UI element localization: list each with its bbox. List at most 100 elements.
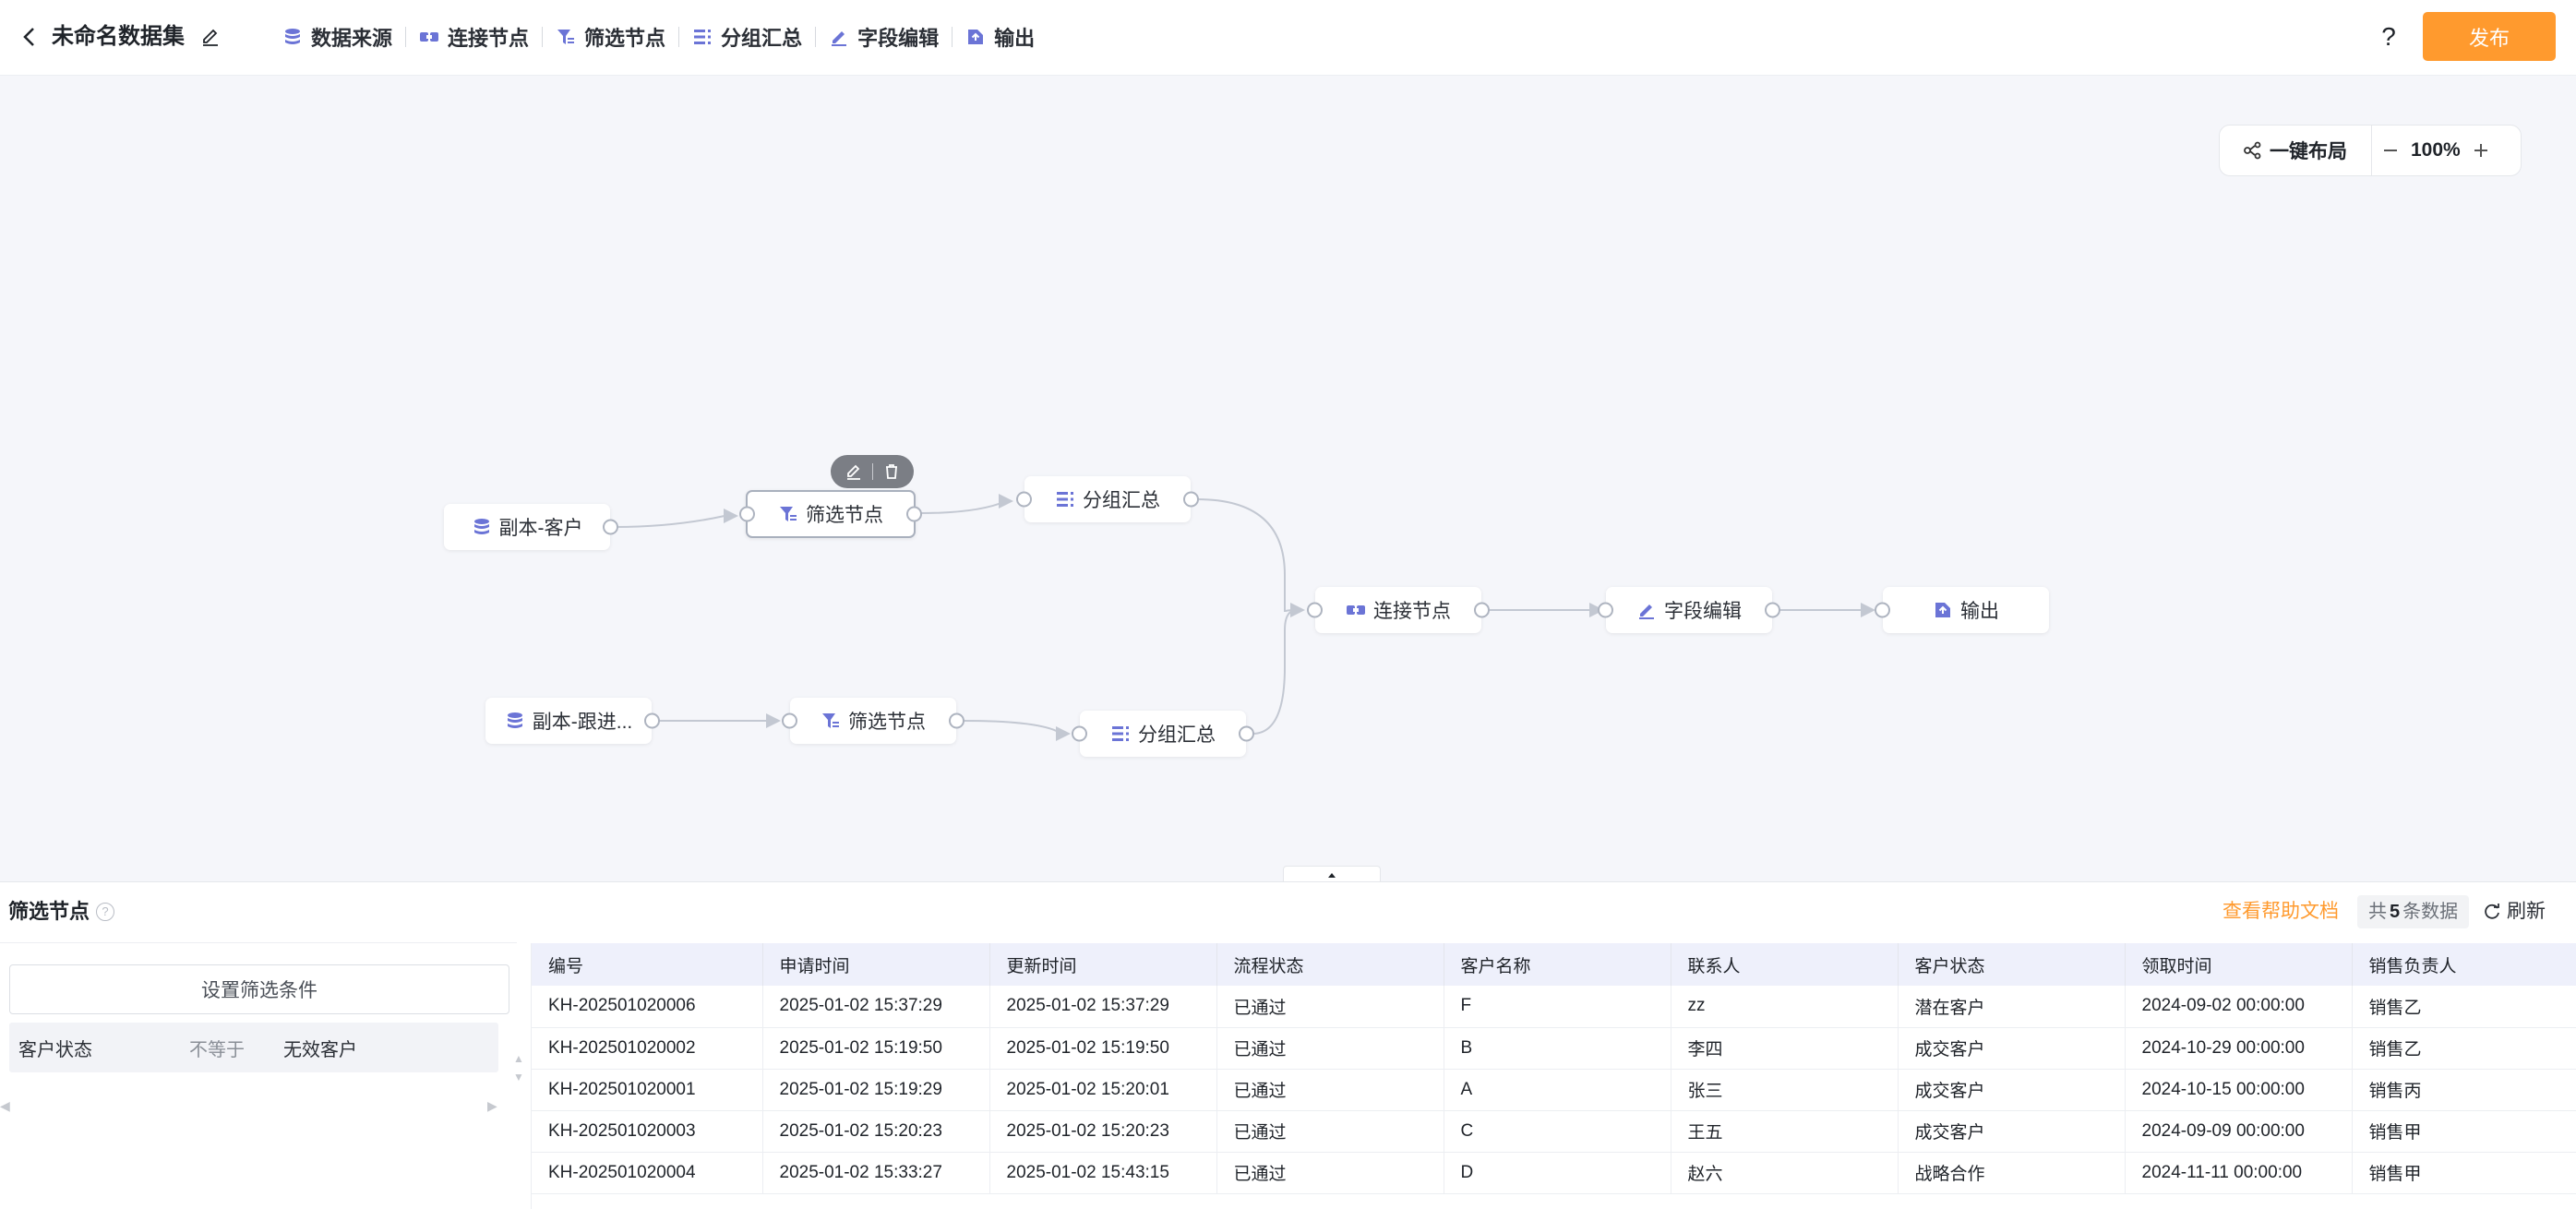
auto-layout-button[interactable]: 一键布局 <box>2220 125 2372 176</box>
output-port[interactable] <box>1183 491 1199 508</box>
input-port[interactable] <box>1598 602 1613 618</box>
tool-filter[interactable]: 筛选节点 <box>543 20 678 54</box>
table-cell: F <box>1444 986 1671 1028</box>
filter-condition-row[interactable]: 客户状态 不等于 无效客户 <box>9 1023 498 1072</box>
zoom-out-button[interactable] <box>2372 125 2409 176</box>
panel-title: 筛选节点 <box>8 900 90 923</box>
chevron-left-icon <box>23 28 34 46</box>
database-icon <box>473 519 489 534</box>
publish-button[interactable]: 发布 <box>2423 12 2556 61</box>
filter-icon <box>780 507 797 521</box>
input-port[interactable] <box>739 506 755 522</box>
column-header[interactable]: 联系人 <box>1671 943 1899 986</box>
node-filter-1[interactable]: 筛选节点 <box>739 490 922 538</box>
node-field-edit[interactable]: 字段编辑 <box>1598 587 1780 633</box>
node-source-customer[interactable]: 副本-客户 <box>444 504 618 550</box>
table-cell: 2025-01-02 15:19:50 <box>989 1027 1217 1070</box>
table-cell: 潜在客户 <box>1898 986 2126 1028</box>
table-cell: 已通过 <box>1216 986 1444 1028</box>
tool-field-edit-label: 字段编辑 <box>857 27 940 50</box>
node-label: 筛选节点 <box>806 505 883 526</box>
node-group-1[interactable]: 分组汇总 <box>1016 476 1199 522</box>
table-cell: KH-202501020002 <box>532 1027 763 1070</box>
table-row: KH-202501020006 2025-01-02 15:37:29 2025-0… <box>532 986 2576 1028</box>
edit-node-button[interactable] <box>845 462 863 481</box>
table-cell: A <box>1444 1069 1671 1111</box>
pen-icon <box>832 31 847 46</box>
column-header[interactable]: 销售负责人 <box>2352 943 2576 986</box>
node-config-panel: 筛选节点 ? 查看帮助文档 共 5 条数据 刷新 设置筛选条件 客户状态 不等于… <box>0 881 2576 1209</box>
column-header[interactable]: 申请时间 <box>762 943 990 986</box>
table-cell: 2025-01-02 15:19:50 <box>762 1027 990 1070</box>
output-icon <box>1935 603 1950 617</box>
tool-datasource[interactable]: 数据来源 <box>270 20 405 54</box>
edge-arrow <box>766 713 781 728</box>
refresh-icon <box>2485 904 2499 919</box>
help-doc-link[interactable]: 查看帮助文档 <box>2223 897 2339 927</box>
edge-group1-join <box>1196 498 1298 613</box>
column-header[interactable]: 领取时间 <box>2125 943 2353 986</box>
node-join[interactable]: 连接节点 <box>1307 587 1490 633</box>
scroll-right-icon[interactable]: ▶ <box>487 1098 497 1114</box>
preview-table: 编号 申请时间 更新时间 流程状态 客户名称 联系人 客户状态 领取时间 销售负责人 KH-20… <box>532 943 2576 1194</box>
tool-field-edit[interactable]: 字段编辑 <box>816 20 952 54</box>
table-cell: 赵六 <box>1671 1152 1899 1194</box>
edit-title-button[interactable] <box>198 24 223 50</box>
output-port[interactable] <box>603 519 618 535</box>
flow-canvas[interactable]: 一键布局 100% 副本-客户 筛选节点 分组汇总 连接节点 字段编辑 输出 副… <box>0 77 2576 882</box>
question-icon[interactable]: ? <box>96 903 114 921</box>
table-cell: 已通过 <box>1216 1110 1444 1153</box>
count-suffix: 条数据 <box>2402 902 2459 922</box>
set-filter-button[interactable]: 设置筛选条件 <box>9 964 509 1014</box>
preview-table-container: 编号 申请时间 更新时间 流程状态 客户名称 联系人 客户状态 领取时间 销售负责人 KH-20… <box>531 943 2576 1209</box>
column-header[interactable]: 编号 <box>532 943 763 986</box>
delete-node-button[interactable] <box>882 462 901 481</box>
condition-value: 无效客户 <box>283 1039 357 1060</box>
condition-field: 客户状态 <box>18 1039 92 1060</box>
tool-group[interactable]: 分组汇总 <box>679 20 815 54</box>
input-port[interactable] <box>1875 602 1890 618</box>
node-filter-2[interactable]: 筛选节点 <box>782 698 965 744</box>
back-button[interactable] <box>13 20 46 54</box>
table-cell: 成交客户 <box>1898 1110 2126 1153</box>
output-port[interactable] <box>949 712 965 729</box>
tool-join[interactable]: 连接节点 <box>406 20 542 54</box>
table-cell: 战略合作 <box>1898 1152 2126 1194</box>
row-count-badge: 共 5 条数据 <box>2357 895 2470 928</box>
table-cell: 销售乙 <box>2352 986 2576 1028</box>
input-port[interactable] <box>1016 491 1032 508</box>
tool-output[interactable]: 输出 <box>953 20 1048 54</box>
refresh-button[interactable]: 刷新 <box>2483 897 2546 927</box>
input-port[interactable] <box>1307 602 1323 618</box>
output-port[interactable] <box>644 712 660 729</box>
output-port[interactable] <box>1474 602 1490 618</box>
help-icon[interactable]: ? <box>2372 18 2405 55</box>
node-group-2[interactable]: 分组汇总 <box>1072 711 1254 757</box>
column-header[interactable]: 流程状态 <box>1216 943 1444 986</box>
node-toolbar: 数据来源 连接节点 筛选节点 分组汇总 字段编辑 输出 <box>270 20 1048 54</box>
tool-output-label: 输出 <box>994 27 1036 50</box>
edges-layer <box>615 494 1875 741</box>
scroll-left-icon[interactable]: ◀ <box>0 1098 10 1114</box>
zoom-in-button[interactable] <box>2462 125 2499 176</box>
column-header[interactable]: 客户状态 <box>1898 943 2126 986</box>
edge-arrow <box>1290 603 1305 617</box>
join-icon <box>1347 605 1365 615</box>
input-port[interactable] <box>1072 725 1087 742</box>
vertical-scrollbar[interactable]: ▲ ▼ <box>513 1049 524 1086</box>
column-header[interactable]: 更新时间 <box>989 943 1217 986</box>
column-header[interactable]: 客户名称 <box>1444 943 1671 986</box>
input-port[interactable] <box>782 712 797 729</box>
output-port[interactable] <box>1239 725 1254 742</box>
group-icon <box>1057 492 1073 507</box>
node-source-followup[interactable]: 副本-跟进... <box>485 698 660 744</box>
node-output[interactable]: 输出 <box>1875 587 2049 633</box>
join-icon <box>420 32 439 42</box>
output-port[interactable] <box>1765 602 1780 618</box>
condition-operator: 不等于 <box>189 1039 245 1060</box>
node-label: 副本-跟进... <box>532 712 633 733</box>
panel-collapse-handle[interactable] <box>1283 866 1381 882</box>
output-port[interactable] <box>906 506 922 522</box>
table-cell: C <box>1444 1110 1671 1153</box>
table-cell: KH-202501020001 <box>532 1069 763 1111</box>
